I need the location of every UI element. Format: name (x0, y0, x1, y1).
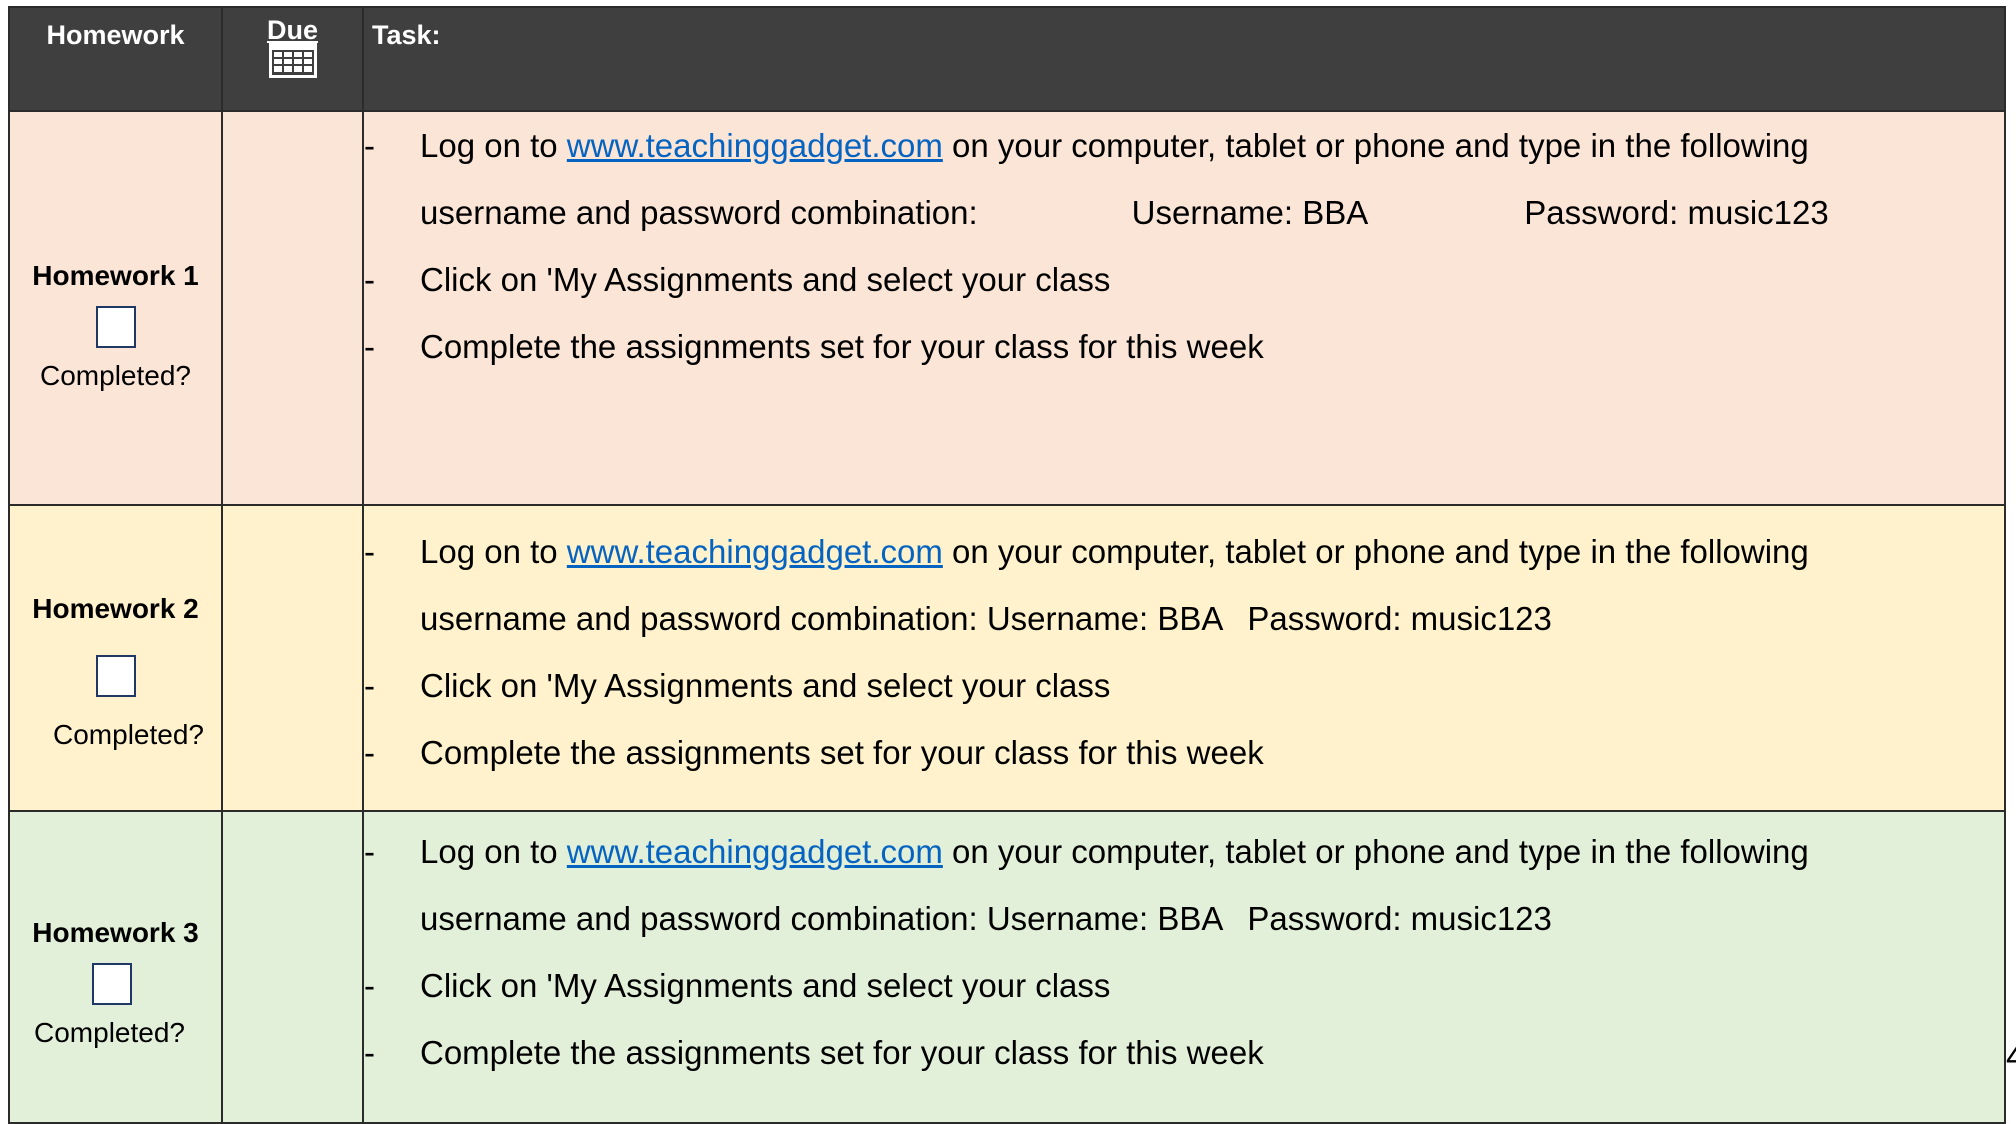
task-line: - Complete the assignments set for your c… (364, 313, 2004, 380)
task-text: on your computer, tablet or phone and ty… (942, 533, 1809, 570)
task-text: Click on 'My Assignments and select your… (420, 261, 1111, 298)
task-line: username and password combination: Userna… (364, 179, 2004, 246)
teachinggadget-link[interactable]: www.teachinggadget.com (567, 533, 943, 570)
header-task: Task: (362, 6, 2006, 112)
task-text: username and password combination: (420, 194, 978, 231)
task-line: - Complete the assignments set for your c… (364, 719, 2004, 786)
task-line: - Log on to www.teachinggadget.com on you… (364, 112, 2004, 179)
homework-row: Homework 3 Completed? - Log on to www.tea… (8, 810, 2006, 1124)
task-text: username and password combination: Usern… (420, 600, 1224, 637)
task-text: username and password combination: Usern… (420, 900, 1224, 937)
bullet-dash: - (364, 127, 375, 164)
homework-title: Homework 1 (32, 260, 199, 291)
due-cell[interactable] (221, 504, 364, 812)
username-text: Username: BBA (1131, 194, 1369, 231)
completed-checkbox[interactable] (95, 306, 136, 348)
password-text: Password: music123 (1247, 600, 1552, 637)
task-cell: - Log on to www.teachinggadget.com on you… (362, 810, 2006, 1124)
bullet-dash: - (364, 1034, 375, 1071)
page-number: 4 (2006, 1038, 2016, 1076)
task-text: Complete the assignments set for your cl… (420, 734, 1264, 771)
task-text: Log on to (420, 127, 567, 164)
task-text: Log on to (420, 833, 567, 870)
task-text: Click on 'My Assignments and select your… (420, 667, 1111, 704)
task-line: username and password combination: Usern… (364, 585, 2004, 652)
task-text: Log on to (420, 533, 567, 570)
completed-checkbox[interactable] (95, 655, 136, 697)
completed-label: Completed? (40, 360, 191, 391)
header-due-label: Due (266, 15, 318, 45)
bullet-dash: - (364, 734, 375, 771)
due-cell[interactable] (221, 810, 364, 1124)
teachinggadget-link[interactable]: www.teachinggadget.com (567, 833, 943, 870)
task-text: Click on 'My Assignments and select your… (420, 967, 1111, 1004)
homework-row: Homework 1 Completed? - Log on to www.tea… (8, 110, 2006, 506)
password-text: Password: music123 (1247, 900, 1552, 937)
task-cell: - Log on to www.teachinggadget.com on you… (362, 504, 2006, 812)
bullet-dash: - (364, 328, 375, 365)
task-text: Complete the assignments set for your cl… (420, 328, 1264, 365)
task-line: - Log on to www.teachinggadget.com on you… (364, 518, 2004, 585)
header-due: Due (221, 6, 364, 112)
bullet-dash: - (364, 967, 375, 1004)
homework-cell: Homework 2 Completed? (8, 504, 223, 812)
homework-cell: Homework 1 Completed? (8, 110, 223, 506)
homework-title: Homework 2 (32, 593, 199, 624)
teachinggadget-link[interactable]: www.teachinggadget.com (567, 127, 943, 164)
task-line: - Log on to www.teachinggadget.com on you… (364, 818, 2004, 885)
due-cell[interactable] (221, 110, 364, 506)
task-text: on your computer, tablet or phone and ty… (942, 127, 1809, 164)
completed-checkbox[interactable] (92, 963, 132, 1005)
homework-cell: Homework 3 Completed? (8, 810, 223, 1124)
bullet-dash: - (364, 533, 375, 570)
task-line: - Click on 'My Assignments and select you… (364, 246, 2004, 313)
homework-title: Homework 3 (32, 917, 199, 948)
task-line: - Click on 'My Assignments and select you… (364, 652, 2004, 719)
homework-row: Homework 2 Completed? - Log on to www.tea… (8, 504, 2006, 812)
bullet-dash: - (364, 261, 375, 298)
completed-label: Completed? (53, 719, 204, 750)
task-line: - Complete the assignments set for your c… (364, 1019, 2004, 1086)
completed-label: Completed? (34, 1017, 185, 1048)
bullet-dash: - (364, 667, 375, 704)
task-text: on your computer, tablet or phone and ty… (942, 833, 1809, 870)
password-text: Password: music123 (1524, 194, 1829, 231)
homework-table: Homework Due Task: Homework 1 Completed? (8, 6, 2006, 1124)
task-line: - Click on 'My Assignments and select you… (364, 952, 2004, 1019)
task-text: Complete the assignments set for your cl… (420, 1034, 1264, 1071)
table-header-row: Homework Due Task: (8, 6, 2006, 112)
header-homework: Homework (8, 6, 223, 112)
bullet-dash: - (364, 833, 375, 870)
task-line: username and password combination: Usern… (364, 885, 2004, 952)
calendar-icon (268, 42, 317, 78)
task-cell: - Log on to www.teachinggadget.com on you… (362, 110, 2006, 506)
